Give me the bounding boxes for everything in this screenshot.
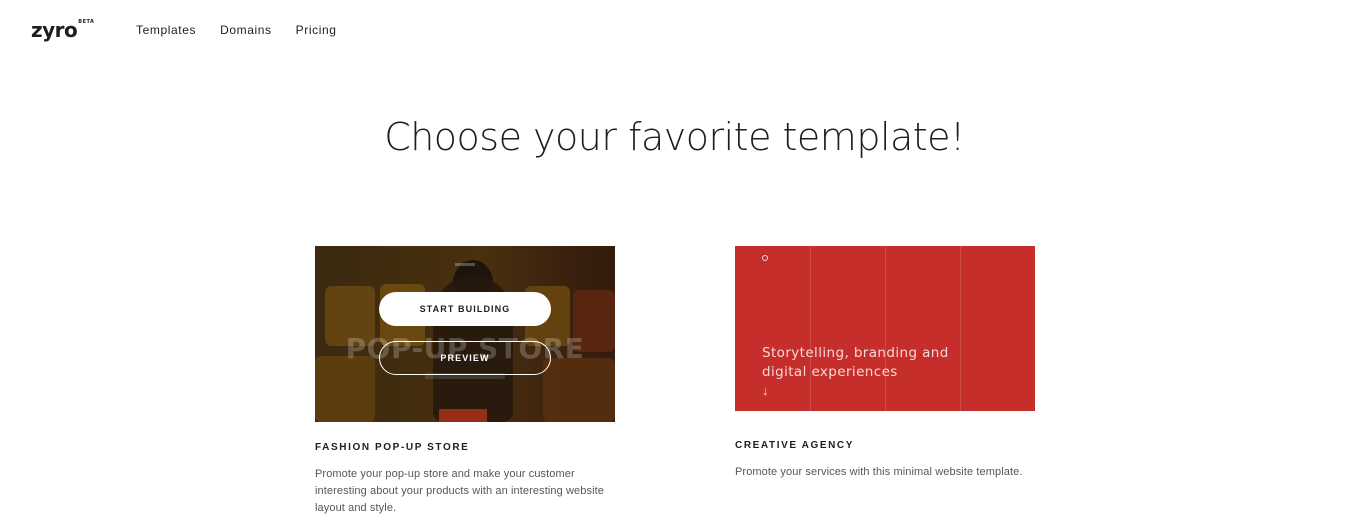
main-nav: Templates Domains Pricing xyxy=(136,23,337,37)
template-thumbnail-fashion[interactable]: POP-UP STORE START BUILDING PREVIEW xyxy=(315,246,615,422)
zyro-logo[interactable]: zyro BETA xyxy=(31,18,94,42)
thumbnail-nav xyxy=(455,263,475,266)
preview-button[interactable]: PREVIEW xyxy=(379,341,551,375)
template-name: FASHION POP-UP STORE xyxy=(315,442,470,453)
thumbnail-logo xyxy=(762,255,774,261)
nav-domains[interactable]: Domains xyxy=(220,23,272,37)
beta-badge: BETA xyxy=(78,19,95,25)
page-title: Choose your favorite template! xyxy=(384,115,965,159)
thumbnail-cta xyxy=(439,409,487,422)
thumbnail-tagline: Storytelling, branding and digital exper… xyxy=(762,345,949,380)
template-name: CREATIVE AGENCY xyxy=(735,440,855,451)
grid-line xyxy=(885,246,886,411)
logo-wordmark: zyro xyxy=(31,18,78,42)
template-thumbnail-agency[interactable]: Storytelling, branding and digital exper… xyxy=(735,246,1035,411)
nav-pricing[interactable]: Pricing xyxy=(296,23,337,37)
template-description: Promote your services with this minimal … xyxy=(735,466,1023,478)
arrow-down-icon: ↓ xyxy=(762,383,769,398)
circle-icon xyxy=(762,255,768,261)
site-header: zyro BETA Templates Domains Pricing xyxy=(0,0,1349,62)
template-description: Promote your pop-up store and make your … xyxy=(315,468,605,514)
nav-templates[interactable]: Templates xyxy=(136,23,196,37)
start-building-button[interactable]: START BUILDING xyxy=(379,292,551,326)
grid-line xyxy=(960,246,961,411)
thumbnail-logo-text xyxy=(773,256,774,261)
template-card-agency: Storytelling, branding and digital exper… xyxy=(735,246,1035,481)
grid-line xyxy=(810,246,811,411)
template-card-fashion: POP-UP STORE START BUILDING PREVIEW FASH… xyxy=(315,246,615,517)
